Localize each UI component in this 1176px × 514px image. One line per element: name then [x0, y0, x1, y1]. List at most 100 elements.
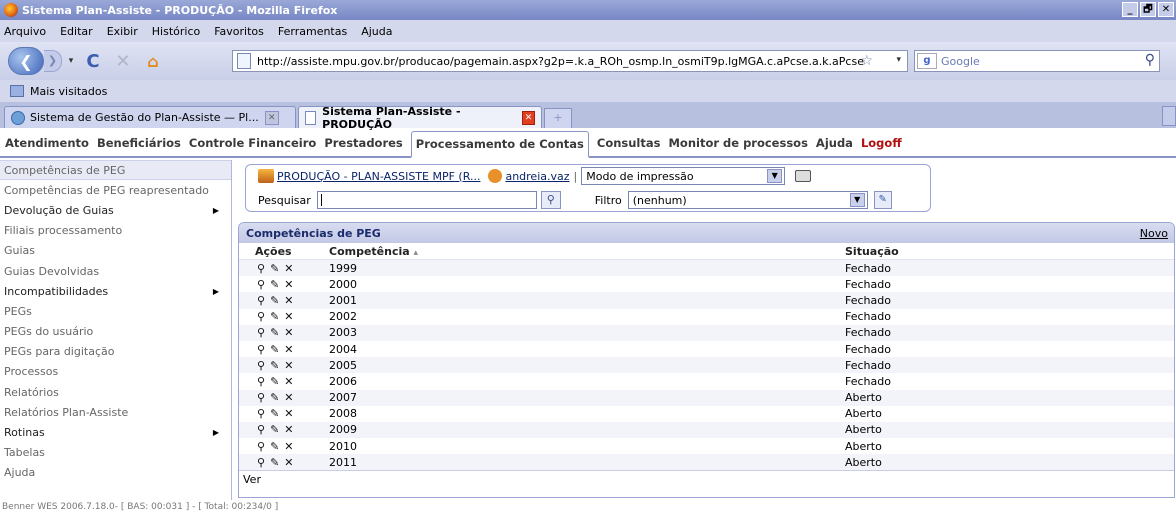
address-bar[interactable]: http://assiste.mpu.gov.br/producao/pagem…	[232, 50, 908, 72]
nav-consultas[interactable]: Consultas	[597, 136, 661, 156]
sidebar-item-processos[interactable]: Processos	[0, 362, 231, 382]
magnify-icon[interactable]: ⚲	[257, 294, 265, 307]
delete-icon[interactable]: ✕	[284, 456, 293, 469]
back-button[interactable]: ❮	[8, 47, 44, 75]
nav-prestadores[interactable]: Prestadores	[324, 136, 402, 156]
magnify-icon[interactable]: ⚲	[257, 423, 265, 436]
sidebar-item-guias[interactable]: Guias	[0, 241, 231, 261]
delete-icon[interactable]: ✕	[284, 375, 293, 388]
magnify-icon[interactable]: ⚲	[257, 391, 265, 404]
sidebar-item-rotinas[interactable]: Rotinas ▶	[0, 422, 231, 442]
close-tab-icon[interactable]: ✕	[264, 110, 279, 125]
magnify-icon[interactable]: ⚲	[257, 310, 265, 323]
tab-plan-assiste[interactable]: Sistema Plan-Assiste - PRODUÇÃO ✕	[298, 105, 542, 131]
pencil-icon[interactable]: ✎	[270, 278, 279, 291]
nav-ajuda[interactable]: Ajuda	[816, 136, 853, 156]
pencil-icon[interactable]: ✎	[270, 262, 279, 275]
sidebar-item-tabelas[interactable]: Tabelas	[0, 443, 231, 463]
search-magnifier-icon[interactable]: ⚲	[1145, 52, 1155, 68]
pencil-icon[interactable]: ✎	[270, 456, 279, 469]
close-tab-icon[interactable]: ✕	[522, 110, 535, 125]
sidebar-item-pegs-do-usuario[interactable]: PEGs do usuário	[0, 322, 231, 342]
menu-ajuda[interactable]: Ajuda	[361, 25, 392, 38]
delete-icon[interactable]: ✕	[284, 278, 293, 291]
magnify-icon[interactable]: ⚲	[257, 375, 265, 388]
filter-select[interactable]: (nenhum) ▼	[627, 191, 868, 209]
sidebar-item-pegs[interactable]: PEGs	[0, 301, 231, 321]
edit-filter-icon[interactable]: ✎	[873, 191, 892, 209]
menu-arquivo[interactable]: Arquivo	[4, 25, 46, 38]
delete-icon[interactable]: ✕	[284, 391, 293, 404]
context-link[interactable]: PRODUÇÃO - PLAN-ASSISTE MPF (R...	[277, 170, 480, 183]
pencil-icon[interactable]: ✎	[270, 310, 279, 323]
nav-controle-financeiro[interactable]: Controle Financeiro	[189, 136, 316, 156]
delete-icon[interactable]: ✕	[284, 343, 293, 356]
magnify-icon[interactable]: ⚲	[257, 359, 265, 372]
magnify-icon[interactable]: ⚲	[257, 407, 265, 420]
home-icon[interactable]: ⌂	[138, 52, 168, 71]
magnify-icon[interactable]: ⚲	[257, 440, 265, 453]
address-dropdown-icon[interactable]: ▾	[896, 55, 901, 65]
delete-icon[interactable]: ✕	[284, 326, 293, 339]
magnify-icon[interactable]: ⚲	[257, 343, 265, 356]
pencil-icon[interactable]: ✎	[270, 440, 279, 453]
delete-icon[interactable]: ✕	[284, 310, 293, 323]
sidebar-item-devolucao-de-guias[interactable]: Devolução de Guias ▶	[0, 200, 231, 220]
magnify-icon[interactable]: ⚲	[257, 456, 265, 469]
tab-gestao[interactable]: Sistema de Gestão do Plan-Assiste — Pl..…	[4, 106, 296, 128]
nav-processamento-de-contas[interactable]: Processamento de Contas	[410, 131, 589, 158]
sidebar-item-competencias-reapresentado[interactable]: Competências de PEG reapresentado	[0, 180, 231, 200]
new-button[interactable]: Novo	[1140, 227, 1168, 240]
delete-icon[interactable]: ✕	[284, 423, 293, 436]
delete-icon[interactable]: ✕	[284, 407, 293, 420]
reload-icon[interactable]: C	[78, 51, 108, 72]
mode-select[interactable]: Modo de impressão ▼	[581, 167, 786, 185]
menu-ferramentas[interactable]: Ferramentas	[278, 25, 347, 38]
stop-icon[interactable]: ✕	[108, 51, 138, 72]
delete-icon[interactable]: ✕	[284, 359, 293, 372]
pencil-icon[interactable]: ✎	[270, 423, 279, 436]
delete-icon[interactable]: ✕	[284, 440, 293, 453]
chevron-down-icon[interactable]: ▼	[849, 193, 865, 207]
bookmark-mais-visitados[interactable]: Mais visitados	[30, 85, 107, 98]
sidebar-item-pegs-para-digitacao[interactable]: PEGs para digitação	[0, 342, 231, 362]
col-competencia[interactable]: Competência ▴	[329, 245, 845, 258]
printer-icon[interactable]	[795, 170, 812, 182]
sidebar-item-relatorios-plan-assiste[interactable]: Relatórios Plan-Assiste	[0, 402, 231, 422]
bookmark-star-icon[interactable]: ☆	[860, 53, 873, 69]
tab-scroll-button[interactable]	[1162, 106, 1176, 126]
sidebar-item-relatorios[interactable]: Relatórios	[0, 382, 231, 402]
delete-icon[interactable]: ✕	[284, 262, 293, 275]
pencil-icon[interactable]: ✎	[270, 391, 279, 404]
close-button[interactable]: ✕	[1158, 2, 1174, 17]
sidebar-item-competencias-de-peg[interactable]: Competências de PEG	[0, 160, 231, 181]
pencil-icon[interactable]: ✎	[270, 326, 279, 339]
history-dropdown-icon[interactable]: ▾	[64, 56, 78, 66]
magnify-icon[interactable]: ⚲	[257, 278, 265, 291]
forward-button[interactable]: ❯	[44, 50, 62, 72]
menu-exibir[interactable]: Exibir	[107, 25, 138, 38]
pencil-icon[interactable]: ✎	[270, 407, 279, 420]
nav-atendimento[interactable]: Atendimento	[5, 136, 89, 156]
sidebar-item-guias-devolvidas[interactable]: Guias Devolvidas	[0, 261, 231, 281]
nav-monitor-de-processos[interactable]: Monitor de processos	[668, 136, 807, 156]
google-icon[interactable]: g	[917, 53, 937, 69]
pencil-icon[interactable]: ✎	[270, 294, 279, 307]
delete-icon[interactable]: ✕	[284, 294, 293, 307]
web-search-box[interactable]: g Google ⚲	[914, 50, 1160, 72]
nav-beneficiarios[interactable]: Beneficiários	[97, 136, 181, 156]
menu-historico[interactable]: Histórico	[152, 25, 200, 38]
sidebar-item-filiais-processamento[interactable]: Filiais processamento	[0, 221, 231, 241]
user-link[interactable]: andreia.vaz	[505, 170, 569, 183]
minimize-button[interactable]: _	[1122, 2, 1138, 17]
magnify-icon[interactable]: ⚲	[257, 262, 265, 275]
nav-logoff[interactable]: Logoff	[861, 136, 902, 156]
pencil-icon[interactable]: ✎	[270, 375, 279, 388]
chevron-down-icon[interactable]: ▼	[767, 169, 783, 183]
grid-footer-ver[interactable]: Ver	[239, 470, 1174, 488]
magnify-icon[interactable]: ⚲	[257, 326, 265, 339]
search-button[interactable]: ⚲	[540, 191, 561, 209]
search-input[interactable]	[316, 191, 537, 209]
menu-favoritos[interactable]: Favoritos	[214, 25, 264, 38]
maximize-button[interactable]: 🗗	[1140, 2, 1156, 17]
